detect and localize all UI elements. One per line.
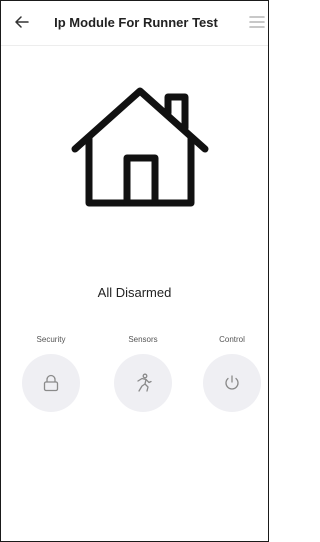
security-button[interactable] [22, 354, 80, 412]
menu-icon [249, 16, 265, 28]
header-divider [1, 45, 268, 46]
control-label: Control [219, 335, 245, 344]
house-icon [71, 87, 209, 207]
top-bar: Ip Module For Runner Test [1, 1, 268, 45]
security-control: Security [16, 334, 86, 412]
sensors-label: Sensors [128, 335, 158, 344]
house-status-icon [65, 83, 215, 213]
arm-status-text: All Disarmed [97, 285, 172, 300]
running-person-icon [137, 373, 152, 392]
menu-button[interactable] [248, 12, 266, 32]
arrow-left-icon [15, 16, 29, 28]
control-button[interactable] [203, 354, 261, 412]
security-label: Security [36, 335, 66, 344]
sensors-button[interactable] [114, 354, 172, 412]
back-button[interactable] [11, 11, 33, 33]
power-icon [225, 375, 239, 390]
sensors-control: Sensors [108, 334, 178, 412]
lock-icon [43, 374, 59, 392]
control-control: Control [197, 334, 267, 412]
page-title: Ip Module For Runner Test [54, 15, 218, 30]
app-screen: Ip Module For Runner Test All Disarmed S… [0, 0, 269, 542]
